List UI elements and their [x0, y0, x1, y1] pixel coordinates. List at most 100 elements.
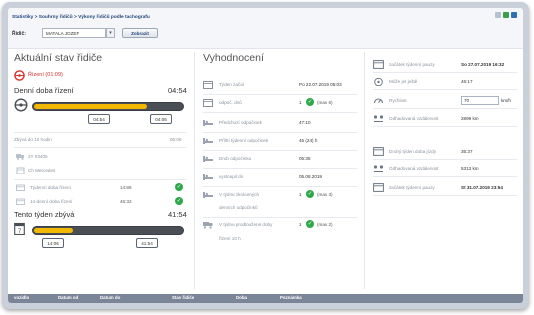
check-icon: ✓	[175, 183, 183, 191]
app-window: Statistiky > Souhrny řidičů > Výkony řid…	[8, 8, 523, 303]
pause-panel: začátek týdenní pauzy So 27.07.2019 16:32…	[364, 52, 521, 289]
bed-icon	[203, 174, 213, 180]
check-icon: ✓	[306, 220, 314, 228]
daily-driving-label: Denní doba řízení	[14, 86, 74, 95]
divider	[203, 217, 357, 218]
calendar-icon	[373, 183, 384, 192]
weekly-fill	[34, 228, 73, 233]
evaluation-value: 1	[299, 100, 302, 105]
evaluation-value: 05:35	[299, 156, 311, 161]
evaluation-limit: (max 3)	[317, 192, 333, 197]
export-icon[interactable]	[503, 12, 509, 18]
show-button[interactable]: Zobrazit	[122, 28, 158, 38]
distance-icon	[373, 165, 384, 172]
week-left-value: 41:54	[168, 210, 187, 219]
bed-icon	[203, 138, 213, 144]
pause-value: 35:37	[461, 149, 473, 154]
column-header[interactable]: Datum od	[58, 295, 78, 300]
pause-value: 46:17	[461, 79, 473, 84]
divider	[373, 176, 517, 177]
divider	[373, 108, 517, 109]
evaluation-limit: (max 2)	[317, 222, 333, 227]
evaluation-panel: Vyhodnocení Týden začal Po 22.07.2019 05:…	[194, 52, 361, 289]
evaluation-label: Předchozí odpočinek	[219, 120, 262, 125]
column-header[interactable]: Datum do	[100, 295, 120, 300]
truck-icon	[16, 154, 24, 160]
distance-icon	[373, 115, 384, 122]
evaluation-value: 45 (24) h	[299, 138, 318, 143]
calendar-icon	[16, 184, 25, 191]
breadcrumb[interactable]: Statistiky > Souhrny řidičů > Výkony řid…	[12, 15, 150, 20]
column-header[interactable]: vozidlo	[14, 295, 29, 300]
evaluation-label: denních odpočinků	[219, 205, 258, 210]
check-icon: ✓	[306, 98, 314, 106]
divider	[14, 179, 186, 180]
biweekly-driving-value: 46:32	[120, 199, 132, 204]
speed-icon	[373, 98, 384, 104]
driver-select[interactable]: MATALA JOZEF	[42, 28, 106, 38]
calendar-icon	[16, 198, 25, 205]
toolbar: Statistiky > Souhrny řidičů > Výkony řid…	[8, 8, 523, 49]
divider	[373, 126, 517, 127]
window-controls	[495, 12, 517, 18]
pause-label: Rychlost	[389, 98, 407, 103]
chevron-down-icon[interactable]: ▾	[106, 28, 115, 38]
evaluation-limit: (max 6)	[317, 100, 333, 105]
divider	[373, 195, 517, 196]
pause-label: Odhadovaná vzdálenost	[389, 166, 439, 171]
evaluation-value: 1	[299, 222, 302, 227]
window-frame: Statistiky > Souhrny řidičů > Výkony řid…	[2, 2, 529, 309]
pause-label: začátek týdenní pauzy	[389, 62, 435, 67]
pause-label: Odhadovaná vzdálenost	[389, 116, 439, 121]
building-icon	[16, 167, 25, 174]
weekly-elapsed: 14:06	[42, 238, 64, 248]
divider	[203, 186, 357, 187]
column-header[interactable]: Stav řidiče	[172, 295, 194, 300]
calendar-icon	[203, 99, 213, 107]
calendar-icon	[373, 60, 384, 69]
evaluation-label: vystoupil do	[219, 174, 244, 179]
pause-value: So 27.07.2019 16:32	[461, 62, 505, 67]
evaluation-value: 47:10	[299, 120, 311, 125]
table-header: vozidlo Datum od Datum do Stav řidiče Doba Po…	[8, 294, 523, 303]
driver-status: Řízení (01:09)	[28, 72, 63, 78]
column-header[interactable]: Poznámka	[280, 295, 302, 300]
daily-driving-elapsed: 04:54	[88, 114, 110, 124]
help-icon[interactable]	[511, 12, 517, 18]
weekly-remaining: 41:54	[136, 238, 158, 248]
steering-wheel-icon	[14, 70, 25, 81]
weekly-progress	[32, 226, 184, 235]
evaluation-value: 05.08.2019	[299, 174, 322, 179]
pause-label: začátek týdenní pauzy	[389, 185, 435, 190]
divider	[14, 132, 186, 133]
steering-wheel-icon	[14, 98, 28, 112]
divider	[203, 94, 357, 95]
divider	[373, 72, 517, 73]
weekly-driving-value: 14:86	[120, 185, 132, 190]
truck-icon	[203, 222, 213, 229]
vehicle-plate: 2Y 03405	[28, 154, 48, 159]
panel-title: Vyhodnocení	[203, 52, 264, 64]
driver-label: Řidič:	[12, 31, 26, 37]
divider	[373, 89, 517, 90]
divider	[203, 132, 357, 133]
week-left-label: Tento týden zbývá	[14, 210, 75, 219]
column-header[interactable]: Doba	[236, 295, 247, 300]
daily-driving-progress	[32, 102, 184, 111]
speed-input[interactable]: 70	[461, 96, 499, 105]
evaluation-value: Po 22.07.2019 05:03	[299, 82, 342, 87]
daily-driving-remaining: 04:06	[150, 114, 172, 124]
biweekly-driving-label: 14-denní doba řízení	[30, 199, 73, 204]
divider	[373, 159, 517, 160]
until-10h-value: 05:06	[170, 137, 182, 142]
evaluation-label: Týden začal	[219, 82, 244, 87]
speed-unit: km/h	[501, 98, 511, 103]
minimize-icon[interactable]	[495, 12, 501, 18]
pause-label: Druhý týden doba jízdy	[389, 149, 436, 154]
weekly-driving-label: Týdenní doba řízení	[30, 185, 71, 190]
pause-value: 5313 km	[461, 166, 479, 171]
daily-driving-fill	[34, 104, 147, 109]
pause-value: 2899 km	[461, 116, 479, 121]
divider	[203, 112, 357, 113]
panel-title: Aktuální stav řidiče	[14, 52, 103, 64]
